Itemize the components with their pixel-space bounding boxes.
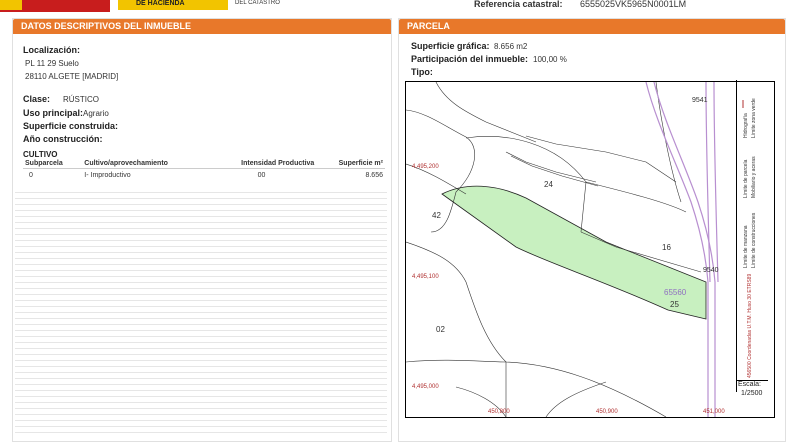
crops-table-header: Subparcela Cultivo/aprovechamiento Inten… — [23, 159, 385, 169]
parcel-number-9541: 9541 — [692, 97, 708, 104]
parcel-title: PARCELA — [399, 19, 785, 34]
legend-block-limit: Límite de manzana — [743, 225, 749, 268]
government-logo — [0, 0, 110, 12]
main-use-value: Agrario — [83, 109, 109, 118]
y-coordinate-label-1: 4,495,200 — [412, 164, 439, 170]
legend-constructions: Límite de construcciones — [751, 212, 757, 268]
scale-label: Escala: — [738, 381, 761, 388]
parcel-number-65560: 65560 — [664, 288, 687, 297]
location-label: Localización: — [23, 45, 81, 55]
parcel-number-16: 16 — [662, 243, 671, 252]
legend-coordinates: 456500 Coordenadas U.T.M. Huso 30 ETRS89 — [747, 274, 753, 378]
scale-value: 1/2500 — [741, 390, 763, 397]
legend-furniture: Mobiliario y aceras — [751, 156, 757, 198]
cell-crop: I- Improductivo — [84, 172, 131, 179]
type-label: Tipo: — [411, 67, 433, 77]
y-coordinate-label-2: 4,495,100 — [412, 274, 439, 280]
participation-value: 100,00 % — [533, 55, 567, 64]
graphic-area-label: Superficie gráfica: — [411, 41, 490, 51]
graphic-area-value: 8.656 m2 — [494, 42, 528, 51]
crops-table: Subparcela Cultivo/aprovechamiento Inten… — [23, 159, 385, 182]
cell-intensity: 00 — [257, 172, 266, 179]
legend-hydrography: Hidrografía — [743, 113, 749, 138]
property-data-panel: DATOS DESCRIPTIVOS DEL INMUEBLE Localiza… — [12, 18, 392, 442]
catastro-label: DEL CATASTRO — [235, 0, 280, 6]
participation-label: Participación del inmueble: — [411, 54, 529, 64]
legend-green-zone: Límite zona verde — [751, 98, 757, 138]
parcel-panel: PARCELA Superficie gráfica: 8.656 m2 Par… — [398, 18, 786, 442]
cell-subparcel: 0 — [29, 172, 33, 179]
location-line2: 28110 ALGETE [MADRID] — [25, 72, 119, 81]
parcel-number-42: 42 — [432, 211, 441, 220]
col-area: Superficie m² — [316, 159, 385, 169]
top-bar: DE HACIENDA DEL CATASTRO Referencia cata… — [0, 0, 790, 14]
logo-yellow-stripe — [0, 0, 22, 10]
cadastral-reference-value: 6555025VK5965N0001LM — [580, 0, 687, 9]
map-svg: 4,495,200 4,495,100 4,495,000 450,800 45… — [405, 81, 725, 418]
parcel-number-9540: 9540 — [703, 267, 719, 274]
parcel-number-25: 25 — [670, 300, 679, 309]
class-value: RÚSTICO — [63, 95, 99, 104]
built-area-label: Superficie construida: — [23, 121, 119, 131]
location-line1: PL 11 29 Suelo — [25, 59, 79, 68]
x-coordinate-label-2: 450,900 — [596, 409, 618, 415]
cadastral-reference-label: Referencia catastral: — [474, 0, 563, 9]
parcel-number-24: 24 — [544, 180, 553, 189]
selected-parcel-shape — [441, 185, 707, 320]
x-coordinate-label-1: 450,800 — [488, 409, 510, 415]
map-legend: Hidrografía Límite zona verde Límite de … — [736, 80, 769, 392]
parcel-number-02: 02 — [436, 325, 445, 334]
legend-svg: Hidrografía Límite zona verde Límite de … — [742, 98, 757, 378]
road-lines — [645, 81, 719, 417]
property-data-title: DATOS DESCRIPTIVOS DEL INMUEBLE — [13, 19, 391, 34]
empty-table-lines — [15, 187, 387, 437]
ministry-label: DE HACIENDA — [136, 0, 185, 7]
x-coordinate-label-3: 451,000 — [703, 409, 725, 415]
table-row: 0 I- Improductivo 00 8.656 — [23, 169, 385, 183]
crops-label: CULTIVO — [23, 150, 58, 159]
col-subparcel: Subparcela — [23, 159, 83, 169]
legend-parcel-limit: Límite de parcela — [743, 159, 749, 198]
cell-area: 8.656 — [365, 172, 383, 179]
parcel-map: 4,495,200 4,495,100 4,495,000 450,800 45… — [405, 81, 775, 418]
y-coordinate-label-3: 4,495,000 — [412, 384, 439, 390]
class-label: Clase: — [23, 94, 51, 104]
col-intensity: Intensidad Productiva — [206, 159, 317, 169]
construction-year-label: Año construcción: — [23, 134, 103, 144]
col-crop: Cultivo/aprovechamiento — [82, 159, 207, 169]
main-use-label: Uso principal: — [23, 108, 84, 118]
